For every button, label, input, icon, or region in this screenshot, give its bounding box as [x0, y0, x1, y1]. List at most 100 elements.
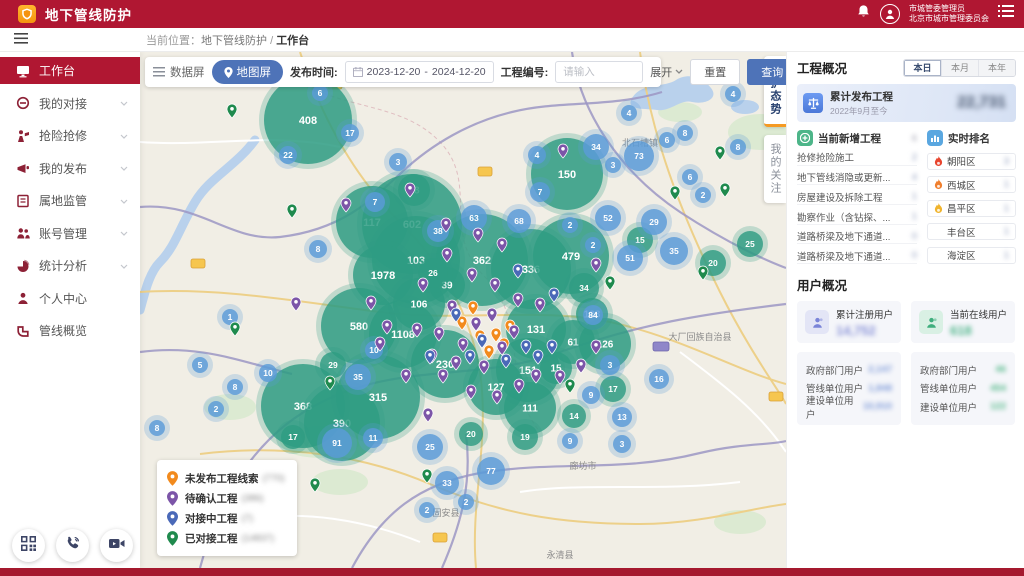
map-cluster-blue[interactable]: 7 — [360, 187, 390, 217]
new-project-row[interactable]: 地下管线消隐或更新...4 — [797, 170, 917, 186]
map-cluster-blue[interactable]: 51 — [612, 240, 648, 276]
map-cluster-blue[interactable]: 10 — [254, 359, 282, 387]
map-cluster-blue[interactable]: 2 — [557, 212, 583, 238]
expand-filters-link[interactable]: 展开 — [650, 64, 683, 80]
new-project-row[interactable]: 道路桥梁及地下通道...0 — [797, 249, 917, 265]
ranking-title: 实时排名 — [948, 131, 990, 146]
ranking-row[interactable]: 西城区1 — [927, 176, 1016, 193]
map-cluster-blue[interactable]: 16 — [644, 364, 674, 394]
map-cluster-blue[interactable]: 8 — [304, 235, 332, 263]
project-no-input[interactable] — [563, 66, 637, 78]
map-cluster-blue[interactable]: 9 — [577, 381, 605, 409]
notification-bell-icon[interactable] — [856, 4, 871, 24]
map-cluster-blue[interactable]: 8 — [144, 415, 170, 441]
map-cluster-blue[interactable]: 91 — [317, 423, 357, 463]
svg-text:1: 1 — [228, 312, 233, 322]
sidebar-item-7[interactable]: 统计分析 — [0, 250, 140, 283]
data-screen-button[interactable]: 数据屏 — [153, 64, 205, 80]
user-icon — [16, 291, 30, 305]
legend-item[interactable]: 已对接工程(14837) — [167, 528, 287, 548]
sidebar-item-3[interactable]: 抢险抢修 — [0, 120, 140, 153]
search-button[interactable]: 查询 — [747, 59, 786, 85]
new-project-row[interactable]: 道路桥梁及地下通道...0 — [797, 229, 917, 245]
new-project-row[interactable]: 房屋建设及拆除工程1 — [797, 190, 917, 206]
new-project-row[interactable]: 抢修抢险施工2 — [797, 150, 917, 166]
legend-item[interactable]: 未发布工程线索(770) — [167, 468, 287, 488]
map-cluster-blue[interactable]: 2 — [453, 489, 479, 515]
reset-button[interactable]: 重置 — [690, 59, 740, 85]
map-cluster-blue[interactable]: 2 — [203, 396, 229, 422]
sidebar-item-6[interactable]: 账号管理 — [0, 217, 140, 250]
new-project-row[interactable]: 勘察作业（含钻探、...1 — [797, 209, 917, 225]
map-cluster-blue[interactable]: 3 — [608, 430, 636, 458]
footer-strip — [0, 568, 1024, 576]
map-cluster-blue[interactable]: 22 — [274, 141, 302, 169]
sidebar-item-9[interactable]: 管线概览 — [0, 315, 140, 348]
repair-icon — [16, 129, 30, 143]
svg-text:11: 11 — [369, 433, 378, 443]
sidebar-item-8[interactable]: 个人中心 — [0, 282, 140, 315]
map-cluster-blue[interactable]: 8 — [672, 120, 698, 146]
map-cluster-blue[interactable]: 8 — [725, 134, 751, 160]
breadcrumb-section[interactable]: 地下管线防护 — [201, 35, 267, 47]
date-range-input[interactable]: 2023-12-20 - 2024-12-20 — [345, 61, 494, 83]
map-cluster-green[interactable]: 20 — [454, 417, 488, 451]
map-canvas[interactable]: 廊坊市固安县永清县涿州市大厂回族自治县北石槽镇40811718602103362… — [140, 52, 786, 568]
user-breakdown-list-1: 政府部门用户2,147管线单位用户1,848建设单位用户10,910 — [797, 352, 901, 425]
map-side-tab-2[interactable]: 我的关注 — [764, 135, 786, 203]
map-cluster-blue[interactable]: 68 — [502, 204, 536, 238]
map-cluster-blue[interactable]: 84 — [578, 300, 608, 330]
ranking-row[interactable]: 丰台区1 — [927, 223, 1016, 240]
svg-text:34: 34 — [591, 142, 601, 152]
sidebar-item-1[interactable]: 工作台 — [0, 57, 140, 84]
map-cluster-blue[interactable]: 9 — [557, 428, 583, 454]
map-cluster-blue[interactable]: 3 — [595, 350, 625, 380]
map-cluster-blue[interactable]: 3 — [600, 152, 626, 178]
ranking-row[interactable]: 朝阳区3 — [927, 153, 1016, 170]
sidebar-item-4[interactable]: 我的发布 — [0, 152, 140, 185]
legend-item[interactable]: 对接中工程(7) — [167, 508, 287, 528]
svg-text:16: 16 — [654, 374, 664, 384]
svg-text:106: 106 — [411, 300, 428, 311]
map-city-label: 永清县 — [546, 549, 573, 560]
period-tab-3[interactable]: 本年 — [978, 60, 1015, 76]
sidebar-collapse-icon[interactable] — [14, 31, 28, 49]
new-projects-title: 当前新增工程 — [818, 131, 881, 146]
map-cluster-green[interactable]: 19 — [507, 419, 543, 455]
map-cluster-blue[interactable]: 25 — [412, 429, 448, 465]
map-cluster-blue[interactable]: 35 — [340, 359, 376, 395]
legend-item[interactable]: 待确认工程(386) — [167, 488, 287, 508]
sidebar-item-2[interactable]: 我的对接 — [0, 87, 140, 120]
map-cluster-blue[interactable]: 8 — [222, 374, 248, 400]
map-cluster-blue[interactable]: 13 — [607, 402, 637, 432]
video-call-button[interactable] — [100, 529, 133, 562]
period-tab-1[interactable]: 本日 — [904, 60, 941, 76]
map-cluster-blue[interactable]: 4 — [616, 100, 642, 126]
map-screen-button[interactable]: 地图屏 — [212, 60, 284, 84]
svg-text:14: 14 — [569, 411, 579, 421]
ranking-row[interactable]: 海淀区1 — [927, 247, 1016, 264]
map-cluster-green[interactable]: 25 — [732, 226, 768, 262]
map-cluster-blue[interactable]: 7 — [525, 177, 555, 207]
header-menu-icon[interactable] — [998, 5, 1014, 23]
map-cluster-green[interactable]: 17 — [276, 420, 310, 454]
map-cluster-blue[interactable]: 35 — [655, 232, 693, 270]
map-cluster-blue[interactable]: 77 — [472, 452, 510, 490]
svg-text:2: 2 — [701, 190, 706, 200]
user-avatar[interactable] — [880, 4, 900, 24]
map-cluster-blue[interactable]: 11 — [358, 423, 388, 453]
map-cluster-blue[interactable]: 4 — [523, 141, 551, 169]
map-cluster-blue[interactable]: 3 — [384, 148, 412, 176]
map-cluster-blue[interactable]: 5 — [187, 352, 213, 378]
phone-button[interactable] — [56, 529, 89, 562]
map-cluster-blue[interactable]: 2 — [580, 232, 606, 258]
map-cluster-blue[interactable]: 52 — [590, 200, 626, 236]
map-cluster-blue[interactable]: 17 — [336, 119, 364, 147]
ranking-row[interactable]: 昌平区1 — [927, 200, 1016, 217]
qr-code-button[interactable] — [12, 529, 45, 562]
map-cluster-blue[interactable]: 2 — [690, 182, 716, 208]
sidebar-item-label: 统计分析 — [39, 257, 87, 274]
sidebar-item-5[interactable]: 属地监管 — [0, 185, 140, 218]
period-tab-2[interactable]: 本月 — [941, 60, 978, 76]
map-cluster-blue[interactable]: 2 — [414, 497, 440, 523]
